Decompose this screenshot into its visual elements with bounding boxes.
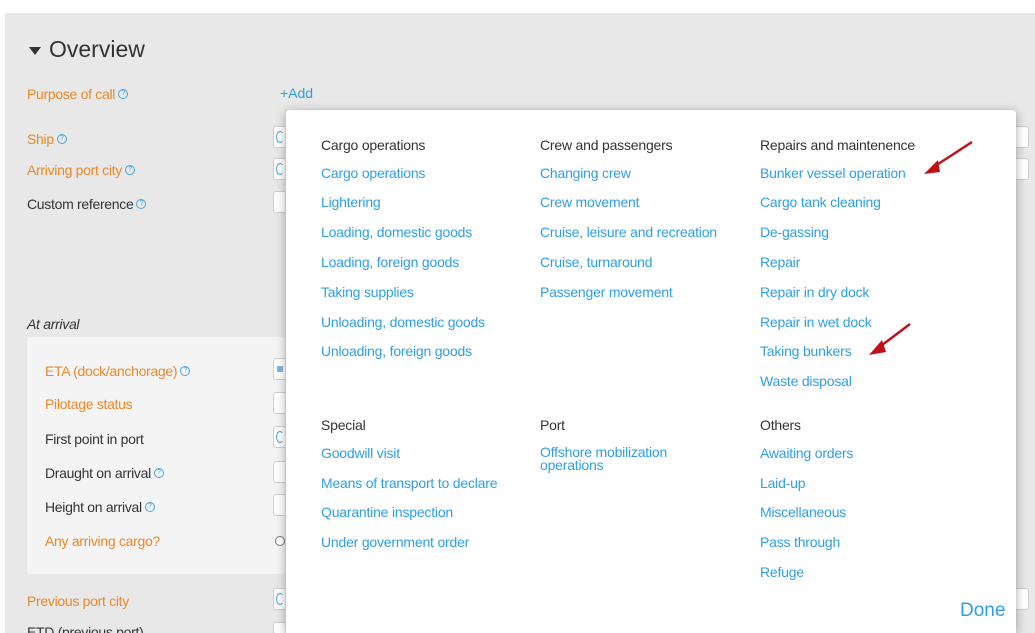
option-crew-movement[interactable]: Crew movement [540, 195, 640, 210]
ship-input-edge [1015, 126, 1029, 148]
previous-port-city-input[interactable] [273, 588, 285, 610]
option-goodwill-visit[interactable]: Goodwill visit [321, 446, 400, 461]
pilotage-status-label: Pilotage status [45, 396, 133, 412]
overview-title: Overview [49, 36, 145, 62]
option-under-government-order[interactable]: Under government order [321, 535, 469, 550]
any-arriving-cargo-radio[interactable] [275, 536, 285, 546]
height-on-arrival-input[interactable] [273, 494, 285, 516]
option-unloading-foreign-goods[interactable]: Unloading, foreign goods [321, 344, 472, 359]
arriving-port-city-input[interactable] [273, 158, 285, 180]
help-icon[interactable]: ? [56, 134, 67, 144]
option-means-of-transport-to-declare[interactable]: Means of transport to declare [321, 476, 497, 491]
arriving-port-city-label: Arriving port city? [27, 162, 135, 178]
option-taking-bunkers[interactable]: Taking bunkers [760, 344, 852, 359]
arriving-port-city-input-edge [1015, 158, 1029, 180]
ship-input[interactable] [273, 126, 285, 148]
at-arrival-heading: At arrival [27, 316, 80, 332]
option-cruise-turnaround[interactable]: Cruise, turnaround [540, 255, 653, 270]
help-icon[interactable]: ? [118, 89, 129, 99]
option-repair-in-wet-dock[interactable]: Repair in wet dock [760, 315, 872, 330]
option-passenger-movement[interactable]: Passenger movement [540, 285, 673, 300]
height-on-arrival-label: Height on arrival? [45, 499, 155, 515]
option-miscellaneous[interactable]: Miscellaneous [760, 505, 846, 520]
ship-text: Ship [27, 131, 54, 147]
purpose-of-call-label: Purpose of call? [27, 86, 129, 102]
draught-on-arrival-input[interactable] [273, 461, 285, 483]
option-offshore-mobilization-operations[interactable]: Offshore mobilization operations [540, 445, 710, 472]
search-icon [276, 163, 284, 175]
option-bunker-vessel-operation[interactable]: Bunker vessel operation [760, 166, 906, 181]
help-icon[interactable]: ? [136, 199, 147, 209]
option-de-gassing[interactable]: De-gassing [760, 225, 829, 240]
search-icon [276, 593, 284, 605]
first-point-in-port-input[interactable] [273, 426, 285, 448]
option-repair[interactable]: Repair [760, 255, 800, 270]
column-heading-port: Port [540, 417, 565, 433]
arriving-port-city-text: Arriving port city [27, 162, 122, 178]
ship-label: Ship? [27, 131, 67, 147]
search-icon [276, 431, 284, 443]
option-pass-through[interactable]: Pass through [760, 535, 840, 550]
done-button[interactable]: Done [960, 600, 1005, 622]
custom-reference-label: Custom reference? [27, 196, 147, 212]
option-cargo-tank-cleaning[interactable]: Cargo tank cleaning [760, 195, 881, 210]
eta-text: ETA (dock/anchorage) [45, 363, 178, 379]
option-cargo-operations[interactable]: Cargo operations [321, 166, 425, 181]
custom-reference-input[interactable] [273, 191, 285, 213]
column-heading-cargo-operations: Cargo operations [321, 137, 426, 153]
pilotage-status-input[interactable] [273, 392, 285, 414]
calendar-icon [277, 366, 283, 372]
help-icon[interactable]: ? [153, 468, 164, 478]
column-heading-repairs-and-maintenence: Repairs and maintenence [760, 137, 915, 153]
option-awaiting-orders[interactable]: Awaiting orders [760, 446, 853, 461]
overview-header[interactable]: Overview [29, 36, 145, 63]
option-waste-disposal[interactable]: Waste disposal [760, 374, 852, 389]
help-icon[interactable]: ? [180, 366, 191, 376]
column-heading-special: Special [321, 417, 366, 433]
any-arriving-cargo-label: Any arriving cargo? [45, 533, 160, 549]
previous-port-city-label: Previous port city [27, 593, 129, 609]
help-icon[interactable]: ? [124, 165, 135, 175]
help-icon[interactable]: ? [144, 502, 155, 512]
height-on-arrival-text: Height on arrival [45, 499, 142, 515]
column-heading-others: Others [760, 417, 801, 433]
first-point-in-port-label: First point in port [45, 431, 144, 447]
option-unloading-domestic-goods[interactable]: Unloading, domestic goods [321, 315, 485, 330]
annotation-arrow-icon [924, 140, 973, 174]
option-lightering[interactable]: Lightering [321, 195, 381, 210]
option-taking-supplies[interactable]: Taking supplies [321, 285, 414, 300]
column-heading-crew-and-passengers: Crew and passengers [540, 137, 673, 153]
option-loading-foreign-goods[interactable]: Loading, foreign goods [321, 255, 459, 270]
option-cruise-leisure-recreation[interactable]: Cruise, leisure and recreation [540, 225, 717, 240]
option-refuge[interactable]: Refuge [760, 565, 804, 580]
option-loading-domestic-goods[interactable]: Loading, domestic goods [321, 225, 472, 240]
etd-previous-port-input[interactable] [273, 622, 285, 633]
annotation-arrow-icon [869, 323, 911, 355]
eta-label: ETA (dock/anchorage)? [45, 363, 191, 379]
draught-on-arrival-label: Draught on arrival? [45, 465, 164, 481]
etd-previous-port-label: ETD (previous port) [27, 624, 144, 633]
option-quarantine-inspection[interactable]: Quarantine inspection [321, 505, 453, 520]
draught-on-arrival-text: Draught on arrival [45, 465, 151, 481]
previous-port-city-input-edge [1015, 588, 1029, 610]
eta-input[interactable] [273, 358, 285, 380]
option-changing-crew[interactable]: Changing crew [540, 166, 631, 181]
caret-down-icon[interactable] [29, 46, 41, 55]
custom-reference-text: Custom reference [27, 196, 134, 212]
option-repair-in-dry-dock[interactable]: Repair in dry dock [760, 285, 869, 300]
add-purpose-link[interactable]: +Add [280, 85, 313, 101]
search-icon [276, 131, 284, 143]
purpose-of-call-text: Purpose of call [27, 86, 116, 102]
option-laid-up[interactable]: Laid-up [760, 476, 806, 491]
purpose-of-call-popup: Cargo operations Cargo operations Lighte… [286, 110, 1016, 633]
